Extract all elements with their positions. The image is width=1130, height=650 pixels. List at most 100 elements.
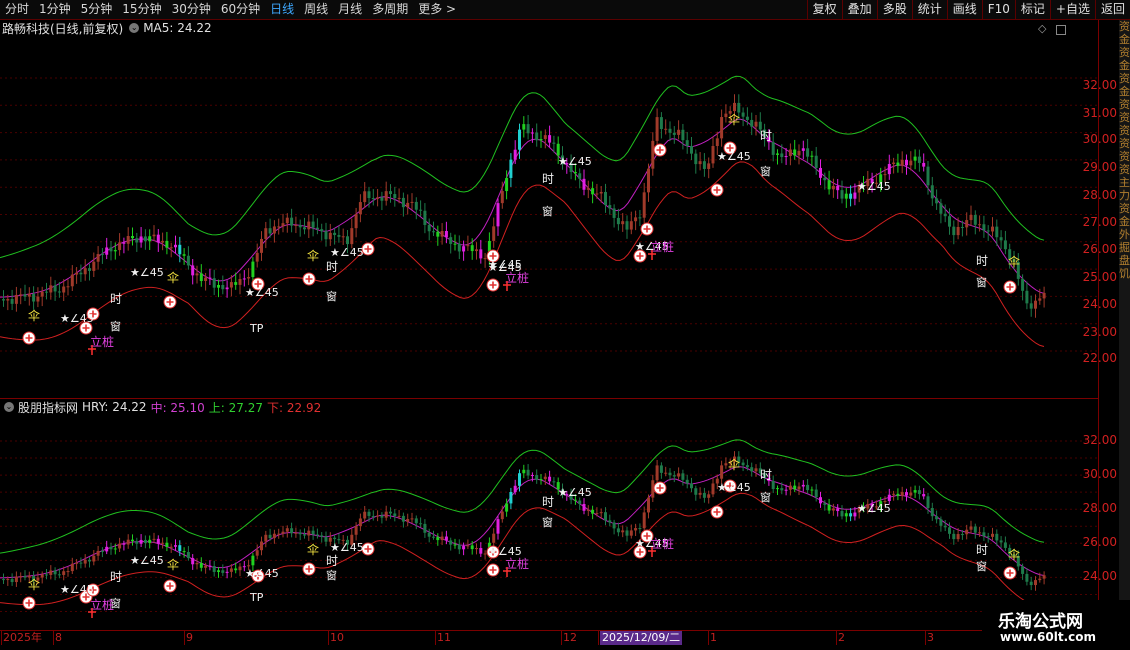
toolbar-button[interactable]: 画线 bbox=[946, 0, 982, 19]
candle-body bbox=[926, 166, 930, 186]
period-tab[interactable]: 1分钟 bbox=[34, 0, 76, 19]
candle-body bbox=[156, 234, 160, 243]
toolbar-button[interactable]: 返回 bbox=[1094, 0, 1130, 19]
candle-body bbox=[982, 532, 986, 537]
candle-body bbox=[819, 497, 822, 504]
diamond-icon[interactable]: ◇ bbox=[1038, 22, 1046, 35]
time-label: 时 bbox=[110, 292, 122, 306]
date-label: 2025年 bbox=[3, 631, 42, 644]
candle-body bbox=[530, 132, 534, 134]
candle-body bbox=[217, 570, 220, 572]
candle-body bbox=[333, 537, 337, 540]
candle-body bbox=[844, 193, 848, 199]
candle-body bbox=[672, 475, 676, 477]
toolbar-button[interactable]: 标记 bbox=[1014, 0, 1050, 19]
candle-body bbox=[53, 570, 57, 575]
candle-body bbox=[917, 490, 921, 495]
candle-body bbox=[496, 203, 500, 227]
candle-body bbox=[83, 559, 87, 564]
period-tab[interactable]: 60分钟 bbox=[216, 0, 265, 19]
candle-body bbox=[208, 277, 212, 279]
candle-body bbox=[182, 551, 186, 553]
toolbar-button[interactable]: 叠加 bbox=[841, 0, 877, 19]
indicator-chart[interactable]: ★∠45★∠45★∠45★∠45 ★∠45★∠45★∠45★∠45★∠45时时时时… bbox=[0, 399, 1098, 631]
candle-body bbox=[702, 492, 706, 498]
candle-body bbox=[363, 191, 367, 203]
sidebar-char: 资 bbox=[1119, 137, 1130, 150]
period-tab[interactable]: 周线 bbox=[299, 0, 333, 19]
candle-body bbox=[1025, 573, 1029, 582]
candle-body bbox=[367, 191, 371, 199]
candle-body bbox=[277, 533, 281, 535]
period-tab[interactable]: 月线 bbox=[333, 0, 367, 19]
candle-body bbox=[698, 492, 702, 495]
candle-body bbox=[358, 202, 362, 215]
candle-body bbox=[341, 236, 345, 238]
umbrella-label: 伞 bbox=[728, 457, 740, 472]
candle-body bbox=[324, 536, 328, 542]
candle-body bbox=[178, 244, 182, 255]
candle-body bbox=[109, 546, 113, 550]
candle-body bbox=[849, 513, 853, 517]
candle-body bbox=[470, 245, 474, 252]
date-tick bbox=[708, 631, 709, 645]
settings-circle-icon[interactable]: ⌄ bbox=[4, 402, 14, 412]
window-label: 窗 bbox=[760, 490, 771, 504]
period-tab[interactable]: 30分钟 bbox=[167, 0, 216, 19]
main-chart-pane[interactable]: ★∠45 ★∠45 ★∠45 ★∠45 ★∠45 ★∠45 ★∠45 ★∠45 ★∠45 ★∠45… bbox=[0, 20, 1098, 396]
star-45-label: ★∠45 bbox=[330, 541, 364, 554]
price-tick-label: 30.00 bbox=[1082, 132, 1117, 146]
toolbar-button[interactable]: 多股 bbox=[876, 0, 912, 19]
period-tab[interactable]: 更多 > bbox=[413, 0, 461, 19]
toolbar-button[interactable]: 复权 bbox=[806, 0, 842, 19]
candle-body bbox=[49, 285, 53, 293]
candle-body bbox=[152, 234, 156, 237]
candle-body bbox=[23, 576, 27, 578]
upper-band-line bbox=[0, 75, 1045, 259]
indicator-pane[interactable]: ★∠45 ★∠45 ★∠45 ★∠45 ★∠45 ★∠45 ★∠45 ★∠45 ★∠45 时时时时… bbox=[0, 398, 1098, 631]
toolbar-button[interactable]: +自选 bbox=[1049, 0, 1095, 19]
price-tick-label: 31.00 bbox=[1082, 106, 1117, 120]
period-tab[interactable]: 多周期 bbox=[367, 0, 413, 19]
candle-body bbox=[346, 236, 349, 245]
candle-body bbox=[543, 135, 547, 139]
candle-body bbox=[384, 511, 388, 518]
time-label: 时 bbox=[760, 468, 772, 482]
toolbar-button[interactable]: F10 bbox=[981, 0, 1015, 19]
time-label: 时 bbox=[326, 260, 338, 274]
sidebar-char: 资 bbox=[1119, 202, 1130, 215]
period-tab[interactable]: 日线 bbox=[265, 0, 299, 19]
candle-body bbox=[285, 217, 289, 224]
period-tab[interactable]: 分时 bbox=[0, 0, 34, 19]
period-tab[interactable]: 5分钟 bbox=[76, 0, 118, 19]
candle-body bbox=[518, 473, 521, 486]
candle-body bbox=[909, 492, 913, 496]
candlestick-chart[interactable]: ★∠45★∠45★∠45★∠45★∠45★∠45★∠45★∠45★∠45★∠45… bbox=[0, 20, 1098, 396]
time-label: 时 bbox=[110, 570, 122, 584]
candle-body bbox=[83, 268, 87, 275]
candle-body bbox=[539, 479, 543, 481]
period-tab[interactable]: 15分钟 bbox=[117, 0, 166, 19]
toolbar-button[interactable]: 统计 bbox=[911, 0, 947, 19]
candle-body bbox=[780, 488, 784, 491]
info-sidebar[interactable]: 资金资金资金资资资资资资主力资金外掘盘饥 bbox=[1119, 20, 1130, 630]
candle-body bbox=[234, 282, 238, 285]
candle-body bbox=[427, 532, 431, 537]
candle-body bbox=[148, 236, 152, 242]
restore-window-icon[interactable] bbox=[1056, 25, 1066, 35]
candle-body bbox=[754, 468, 758, 472]
date-axis: 2025年 8 9 10 11 12 2025/12/09/二 1 2 3 bbox=[0, 630, 1098, 645]
candle-body bbox=[900, 492, 904, 496]
candle-body bbox=[66, 571, 70, 573]
candle-body bbox=[776, 488, 779, 490]
candle-body bbox=[483, 258, 487, 260]
date-label: 12 bbox=[563, 631, 577, 644]
candle-body bbox=[225, 287, 229, 290]
ma5-value: MA5: 24.22 bbox=[143, 21, 212, 35]
time-label: 时 bbox=[542, 495, 554, 509]
candle-body bbox=[986, 536, 990, 538]
candle-body bbox=[303, 227, 306, 230]
settings-circle-icon[interactable]: ⌄ bbox=[129, 23, 140, 33]
candle-body bbox=[690, 483, 693, 489]
candle-body bbox=[436, 537, 440, 541]
